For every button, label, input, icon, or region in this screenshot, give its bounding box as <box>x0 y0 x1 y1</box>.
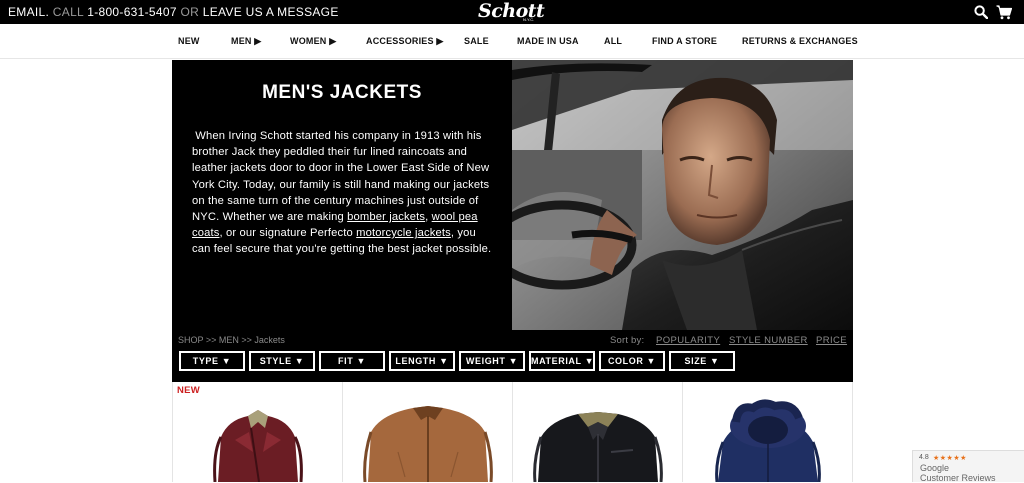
sort-style-number[interactable]: STYLE NUMBER <box>729 335 808 346</box>
hero-photo <box>512 60 853 330</box>
nav-item-all[interactable]: ALL <box>604 36 622 46</box>
page-title: MEN'S JACKETS <box>262 82 422 103</box>
email-link[interactable]: EMAIL. <box>8 5 49 19</box>
review-rating: 4.8 <box>919 454 929 461</box>
filter-color[interactable]: COLOR ▼ <box>599 351 665 371</box>
description-separator: , <box>425 211 429 224</box>
or-label: OR <box>180 5 200 19</box>
filter-style[interactable]: STYLE ▼ <box>249 351 315 371</box>
product-image-burgundy-jacket[interactable] <box>173 382 343 482</box>
product-card[interactable] <box>683 382 853 482</box>
nav-item-find-a-store[interactable]: FIND A STORE <box>652 36 717 46</box>
phone-link[interactable]: 1-800-631-5407 <box>87 5 177 19</box>
nav-item-men[interactable]: MEN ▶ <box>231 36 261 47</box>
cart-icon[interactable] <box>996 4 1012 20</box>
new-badge: NEW <box>177 385 201 396</box>
filter-material[interactable]: MATERIAL ▼ <box>529 351 595 371</box>
description-text-2: , or our signature Perfecto <box>219 227 353 240</box>
product-card[interactable] <box>343 382 513 482</box>
nav-item-accessories[interactable]: ACCESSORIES ▶ <box>366 36 444 47</box>
sort-price[interactable]: PRICE <box>816 335 847 346</box>
schott-logo[interactable]: Schott <box>478 0 545 22</box>
filter-size[interactable]: SIZE ▼ <box>669 351 735 371</box>
nav-item-returns-exchanges[interactable]: RETURNS & EXCHANGES <box>742 36 858 46</box>
description-text: When Irving Schott started his company i… <box>192 130 490 224</box>
filter-fit[interactable]: FIT ▼ <box>319 351 385 371</box>
top-bar: EMAIL. CALL 1-800-631-5407 OR LEAVE US A… <box>0 0 1024 24</box>
motorcycle-jackets-link[interactable]: motorcycle jackets <box>356 227 451 239</box>
product-card[interactable]: NEW <box>173 382 343 482</box>
product-image-tan-suede-jacket[interactable] <box>343 382 513 482</box>
sort-label: Sort by: <box>610 335 645 346</box>
google-reviews-badge[interactable]: 4.8 ★★★★★ Google Customer Reviews <box>912 450 1024 483</box>
call-label: CALL <box>52 5 84 19</box>
product-image-navy-parka[interactable] <box>683 382 853 482</box>
category-description: When Irving Schott started his company i… <box>192 128 497 258</box>
product-card[interactable] <box>513 382 683 482</box>
sort-popularity[interactable]: POPULARITY <box>656 335 720 346</box>
filter-weight[interactable]: WEIGHT ▼ <box>459 351 525 371</box>
filter-length[interactable]: LENGTH ▼ <box>389 351 455 371</box>
logo-subtitle: N.Y.C. <box>523 17 535 22</box>
review-stars-icon: ★★★★★ <box>933 455 967 462</box>
product-image-black-leather-jacket[interactable] <box>513 382 683 482</box>
nav-item-made-in-usa[interactable]: MADE IN USA <box>517 36 579 46</box>
contact-strip: EMAIL. CALL 1-800-631-5407 OR LEAVE US A… <box>8 5 339 19</box>
nav-item-new[interactable]: NEW <box>178 36 200 46</box>
leave-message-link[interactable]: LEAVE US A MESSAGE <box>203 5 339 19</box>
category-hero: MEN'S JACKETS When Irving Schott started… <box>172 60 853 382</box>
breadcrumb[interactable]: SHOP >> MEN >> Jackets <box>178 335 285 345</box>
search-icon[interactable] <box>974 5 988 19</box>
product-grid: NEW <box>172 382 853 482</box>
filter-type[interactable]: TYPE ▼ <box>179 351 245 371</box>
nav-item-sale[interactable]: SALE <box>464 36 489 46</box>
main-navigation: NEW MEN ▶ WOMEN ▶ ACCESSORIES ▶ SALE MAD… <box>0 24 1024 59</box>
nav-item-women[interactable]: WOMEN ▶ <box>290 36 336 47</box>
review-brand: Google <box>920 463 950 473</box>
bomber-jackets-link[interactable]: bomber jackets <box>347 211 425 223</box>
